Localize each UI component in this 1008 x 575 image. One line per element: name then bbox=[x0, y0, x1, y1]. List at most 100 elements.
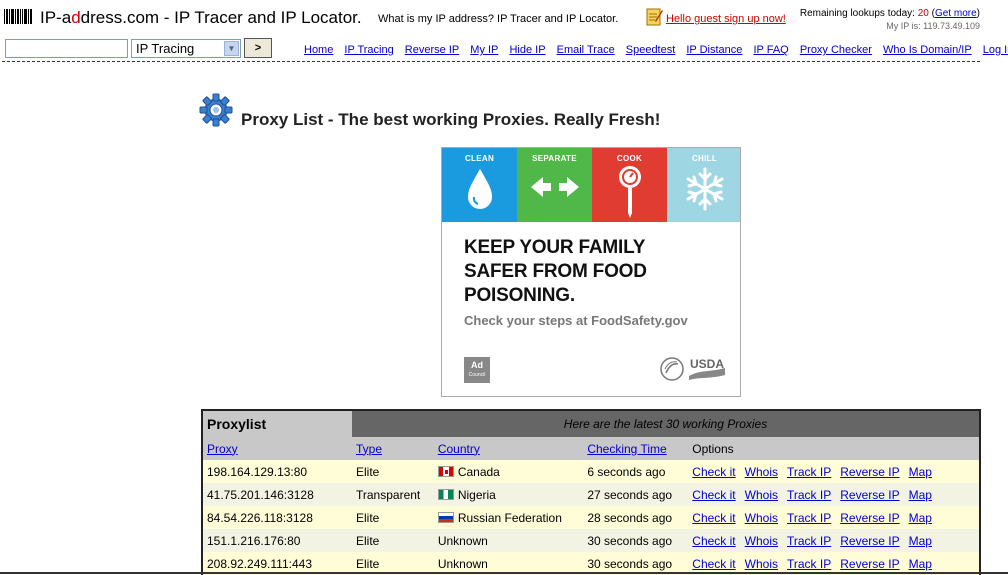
gear-icon bbox=[199, 93, 233, 127]
map-link[interactable]: Map bbox=[909, 511, 932, 525]
ad-panel-separate: SEPARATE bbox=[517, 148, 592, 222]
ad-panel-chill: CHILL bbox=[667, 148, 740, 222]
page-title: Proxy List - The best working Proxies. R… bbox=[241, 110, 661, 129]
nigeria-flag-icon bbox=[437, 488, 454, 500]
search-input[interactable] bbox=[5, 39, 128, 58]
whois-link[interactable]: Whois bbox=[745, 465, 778, 479]
nav-ip-faq[interactable]: IP FAQ bbox=[753, 44, 788, 56]
whois-link[interactable]: Whois bbox=[745, 488, 778, 502]
column-header-checking-time[interactable]: Checking Time bbox=[587, 442, 666, 456]
track-ip-link[interactable]: Track IP bbox=[787, 511, 831, 525]
column-header-proxy[interactable]: Proxy bbox=[207, 442, 238, 456]
table-row: 41.75.201.146:3128 Transparent Nigeria 2… bbox=[202, 483, 980, 506]
nav-reverse-ip[interactable]: Reverse IP bbox=[405, 44, 459, 56]
usda-logo: USDA bbox=[660, 357, 725, 381]
ad-headline: KEEP YOUR FAMILY SAFER FROM FOOD POISONI… bbox=[464, 237, 647, 306]
tool-select-value: IP Tracing bbox=[136, 41, 195, 56]
check-it-link[interactable]: Check it bbox=[692, 488, 735, 502]
header-divider bbox=[2, 61, 980, 62]
options-cell: Check it Whois Track IP Reverse IP Map bbox=[688, 529, 980, 552]
reverse-ip-link[interactable]: Reverse IP bbox=[840, 534, 899, 548]
options-cell: Check it Whois Track IP Reverse IP Map bbox=[688, 506, 980, 529]
reverse-ip-link[interactable]: Reverse IP bbox=[840, 488, 899, 502]
map-link[interactable]: Map bbox=[909, 465, 932, 479]
track-ip-link[interactable]: Track IP bbox=[787, 557, 831, 571]
table-row: 84.54.226.118:3128 Elite Russian Federat… bbox=[202, 506, 980, 529]
go-button[interactable]: > bbox=[244, 38, 272, 58]
country-cell: Canada bbox=[433, 460, 584, 483]
chevron-down-icon[interactable]: ▼ bbox=[224, 41, 239, 56]
map-link[interactable]: Map bbox=[909, 557, 932, 571]
site-header: IP-address.com - IP Tracer and IP Locato… bbox=[0, 0, 1008, 64]
ad-panel-cook: COOK bbox=[592, 148, 667, 222]
russia-flag-icon bbox=[437, 511, 454, 523]
table-row: 151.1.216.176:80 Elite Unknown 30 second… bbox=[202, 529, 980, 552]
whois-link[interactable]: Whois bbox=[745, 511, 778, 525]
proxy-table: Proxylist Here are the latest 30 working… bbox=[201, 409, 981, 575]
nav-log-in[interactable]: Log In bbox=[983, 44, 1008, 56]
nav-email-trace[interactable]: Email Trace bbox=[557, 44, 615, 56]
thermometer-icon bbox=[618, 166, 641, 218]
time-cell: 27 seconds ago bbox=[583, 483, 689, 506]
country-cell: Unknown bbox=[433, 529, 584, 552]
type-cell: Elite bbox=[352, 460, 434, 483]
time-cell: 30 seconds ago bbox=[583, 529, 689, 552]
canada-flag-icon bbox=[437, 465, 454, 477]
country-cell: Russian Federation bbox=[433, 506, 584, 529]
ad-council-logo: Ad Council bbox=[464, 357, 490, 383]
column-header-country[interactable]: Country bbox=[438, 442, 480, 456]
tool-select[interactable]: IP Tracing ▼ bbox=[131, 39, 241, 58]
proxy-cell: 151.1.216.176:80 bbox=[202, 529, 352, 552]
reverse-ip-link[interactable]: Reverse IP bbox=[840, 511, 899, 525]
my-ip-text: My IP is: 119.73.49.109 bbox=[886, 21, 980, 31]
check-it-link[interactable]: Check it bbox=[692, 557, 735, 571]
water-drop-icon bbox=[467, 169, 492, 209]
site-tagline: What is my IP address? IP Tracer and IP … bbox=[378, 13, 619, 25]
table-title: Proxylist bbox=[202, 410, 352, 437]
nav-proxy-checker[interactable]: Proxy Checker bbox=[800, 44, 872, 56]
time-cell: 28 seconds ago bbox=[583, 506, 689, 529]
map-link[interactable]: Map bbox=[909, 534, 932, 548]
remaining-lookups: Remaining lookups today: 20 (Get more) bbox=[799, 8, 980, 19]
check-it-link[interactable]: Check it bbox=[692, 534, 735, 548]
nav-home[interactable]: Home bbox=[304, 44, 333, 56]
map-link[interactable]: Map bbox=[909, 488, 932, 502]
nav-ip-distance[interactable]: IP Distance bbox=[686, 44, 742, 56]
type-cell: Transparent bbox=[352, 483, 434, 506]
advertisement[interactable]: CLEAN SEPARATE COOK CHILL KEEP YOUR FAMI… bbox=[441, 147, 741, 397]
ad-subtext: Check your steps at FoodSafety.gov bbox=[464, 313, 688, 328]
lookups-count: 20 bbox=[917, 8, 929, 19]
column-header-row: Proxy Type Country Checking Time Options bbox=[202, 437, 980, 460]
reverse-ip-link[interactable]: Reverse IP bbox=[840, 557, 899, 571]
nav-hide-ip[interactable]: Hide IP bbox=[509, 44, 545, 56]
track-ip-link[interactable]: Track IP bbox=[787, 465, 831, 479]
snowflake-icon bbox=[686, 167, 723, 211]
type-cell: Elite bbox=[352, 529, 434, 552]
check-it-link[interactable]: Check it bbox=[692, 511, 735, 525]
nav-who-is-domain[interactable]: Who Is Domain/IP bbox=[883, 44, 972, 56]
whois-link[interactable]: Whois bbox=[745, 534, 778, 548]
proxy-cell: 41.75.201.146:3128 bbox=[202, 483, 352, 506]
nav-speedtest[interactable]: Speedtest bbox=[626, 44, 676, 56]
table-title-row: Proxylist Here are the latest 30 working… bbox=[202, 410, 980, 437]
nav-my-ip[interactable]: My IP bbox=[470, 44, 498, 56]
options-cell: Check it Whois Track IP Reverse IP Map bbox=[688, 460, 980, 483]
column-header-type[interactable]: Type bbox=[356, 442, 382, 456]
svg-text:USDA: USDA bbox=[690, 357, 724, 371]
reverse-ip-link[interactable]: Reverse IP bbox=[840, 465, 899, 479]
time-cell: 6 seconds ago bbox=[583, 460, 689, 483]
site-logo[interactable]: IP-address.com - IP Tracer and IP Locato… bbox=[40, 8, 362, 28]
signup-link[interactable]: Hello guest sign up now! bbox=[666, 13, 786, 25]
nav-ip-tracing[interactable]: IP Tracing bbox=[344, 44, 393, 56]
type-cell: Elite bbox=[352, 506, 434, 529]
country-cell: Nigeria bbox=[433, 483, 584, 506]
track-ip-link[interactable]: Track IP bbox=[787, 488, 831, 502]
track-ip-link[interactable]: Track IP bbox=[787, 534, 831, 548]
options-cell: Check it Whois Track IP Reverse IP Map bbox=[688, 483, 980, 506]
proxy-cell: 84.54.226.118:3128 bbox=[202, 506, 352, 529]
whois-link[interactable]: Whois bbox=[745, 557, 778, 571]
get-more-link[interactable]: Get more bbox=[935, 8, 977, 19]
table-row: 198.164.129.13:80 Elite Canada 6 seconds… bbox=[202, 460, 980, 483]
proxy-cell: 198.164.129.13:80 bbox=[202, 460, 352, 483]
check-it-link[interactable]: Check it bbox=[692, 465, 735, 479]
